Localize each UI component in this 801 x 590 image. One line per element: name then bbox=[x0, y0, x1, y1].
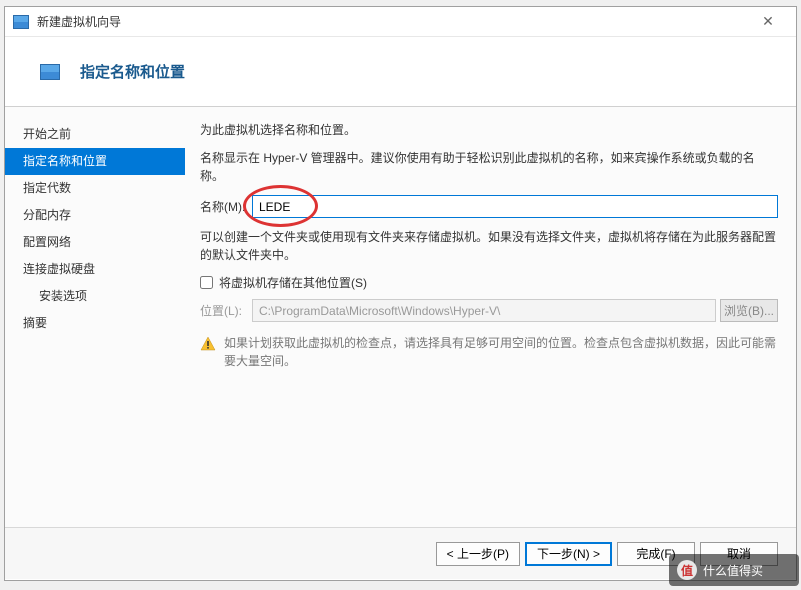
prev-button[interactable]: < 上一步(P) bbox=[436, 542, 520, 566]
wizard-header: 指定名称和位置 bbox=[5, 37, 796, 107]
warning-row: 如果计划获取此虚拟机的检查点，请选择具有足够可用空间的位置。检查点包含虚拟机数据… bbox=[200, 334, 778, 370]
close-button[interactable]: ✕ bbox=[748, 10, 788, 34]
store-other-location-label: 将虚拟机存储在其他位置(S) bbox=[219, 274, 367, 291]
location-input bbox=[252, 299, 716, 322]
sidebar-item-before-begin[interactable]: 开始之前 bbox=[5, 121, 185, 148]
window-title: 新建虚拟机向导 bbox=[37, 13, 748, 30]
header-title: 指定名称和位置 bbox=[80, 61, 185, 82]
sidebar-item-memory[interactable]: 分配内存 bbox=[5, 202, 185, 229]
wizard-body: 开始之前 指定名称和位置 指定代数 分配内存 配置网络 连接虚拟硬盘 安装选项 … bbox=[5, 107, 796, 527]
intro-text-3: 可以创建一个文件夹或使用现有文件夹来存储虚拟机。如果没有选择文件夹，虚拟机将存储… bbox=[200, 228, 778, 264]
name-row: 名称(M): bbox=[200, 195, 778, 218]
watermark-text: 什么值得买 bbox=[703, 562, 763, 579]
sidebar-item-network[interactable]: 配置网络 bbox=[5, 229, 185, 256]
store-other-location-checkbox[interactable] bbox=[200, 276, 213, 289]
sidebar-item-vhd[interactable]: 连接虚拟硬盘 bbox=[5, 256, 185, 283]
warning-text: 如果计划获取此虚拟机的检查点，请选择具有足够可用空间的位置。检查点包含虚拟机数据… bbox=[224, 334, 778, 370]
content-panel: 为此虚拟机选择名称和位置。 名称显示在 Hyper-V 管理器中。建议你使用有助… bbox=[185, 107, 796, 527]
warning-icon bbox=[200, 336, 216, 352]
sidebar: 开始之前 指定名称和位置 指定代数 分配内存 配置网络 连接虚拟硬盘 安装选项 … bbox=[5, 107, 185, 527]
wizard-window: 新建虚拟机向导 ✕ 指定名称和位置 开始之前 指定名称和位置 指定代数 分配内存… bbox=[4, 6, 797, 581]
header-icon bbox=[40, 64, 60, 80]
sidebar-item-summary[interactable]: 摘要 bbox=[5, 310, 185, 337]
store-other-location-row: 将虚拟机存储在其他位置(S) bbox=[200, 274, 778, 291]
browse-button: 浏览(B)... bbox=[720, 299, 778, 322]
titlebar: 新建虚拟机向导 ✕ bbox=[5, 7, 796, 37]
name-input[interactable] bbox=[252, 195, 778, 218]
sidebar-item-generation[interactable]: 指定代数 bbox=[5, 175, 185, 202]
sidebar-item-name-location[interactable]: 指定名称和位置 bbox=[5, 148, 185, 175]
intro-text-2: 名称显示在 Hyper-V 管理器中。建议你使用有助于轻松识别此虚拟机的名称，如… bbox=[200, 149, 778, 185]
app-icon bbox=[13, 15, 29, 29]
intro-text-1: 为此虚拟机选择名称和位置。 bbox=[200, 121, 778, 139]
sidebar-item-install-options[interactable]: 安装选项 bbox=[5, 283, 185, 310]
location-label: 位置(L): bbox=[200, 302, 252, 319]
name-label: 名称(M): bbox=[200, 198, 252, 215]
location-row: 位置(L): 浏览(B)... bbox=[200, 299, 778, 322]
next-button[interactable]: 下一步(N) > bbox=[525, 542, 612, 566]
watermark: 值 什么值得买 bbox=[669, 554, 799, 586]
watermark-logo-icon: 值 bbox=[677, 560, 697, 580]
